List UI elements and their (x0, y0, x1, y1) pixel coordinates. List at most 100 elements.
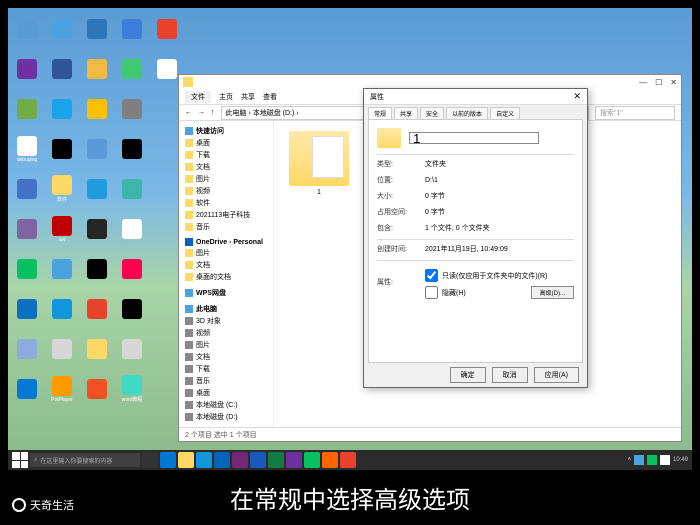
desktop-icon[interactable] (47, 132, 77, 166)
ribbon-tab-file[interactable]: 文件 (185, 91, 211, 103)
desktop-icon[interactable]: debuglog (12, 132, 42, 166)
sidebar-item[interactable]: 桌面的文档 (183, 271, 269, 283)
sidebar-item[interactable]: 文档 (183, 161, 269, 173)
desktop-icon[interactable] (12, 332, 42, 366)
sidebar-item[interactable]: 文档 (183, 259, 269, 271)
taskbar-app-icon[interactable] (196, 452, 212, 468)
taskbar-app-icon[interactable] (250, 452, 266, 468)
desktop-icon[interactable] (47, 12, 77, 46)
ok-button[interactable]: 确定 (450, 367, 486, 383)
dialog-tab[interactable]: 以前的版本 (446, 107, 488, 119)
minimize-button[interactable]: — (639, 78, 647, 87)
dialog-titlebar[interactable]: 属性 ✕ (364, 89, 587, 105)
desktop-icon[interactable] (117, 92, 147, 126)
sidebar-item[interactable]: 快速访问 (183, 125, 269, 137)
nav-up-icon[interactable]: ↑ (211, 109, 215, 116)
sidebar-item[interactable]: 视频 (183, 185, 269, 197)
sidebar-item[interactable]: 图片 (183, 173, 269, 185)
desktop-icon[interactable] (47, 252, 77, 286)
explorer-titlebar[interactable]: — ☐ ✕ (179, 75, 681, 89)
dialog-close-button[interactable]: ✕ (573, 91, 581, 102)
sidebar-item[interactable]: 3D 对象 (183, 315, 269, 327)
sidebar-item[interactable]: 桌面 (183, 387, 269, 399)
desktop-icon[interactable] (117, 252, 147, 286)
explorer-search-input[interactable]: 搜索"1" (595, 106, 675, 120)
tray-chevron-icon[interactable]: ˄ (627, 457, 631, 463)
nav-forward-icon[interactable]: → (198, 109, 205, 116)
desktop-icon[interactable] (12, 212, 42, 246)
desktop-icon[interactable]: word教程 (117, 372, 147, 406)
desktop-icon[interactable] (47, 52, 77, 86)
desktop-icon[interactable] (117, 332, 147, 366)
desktop-icon[interactable] (82, 372, 112, 406)
desktop-icon[interactable] (12, 252, 42, 286)
advanced-button[interactable]: 高级(D)... (531, 286, 574, 299)
tray-icon[interactable] (634, 455, 644, 465)
desktop-icon[interactable] (47, 332, 77, 366)
taskbar-app-icon[interactable] (160, 452, 176, 468)
desktop-icon[interactable] (117, 172, 147, 206)
dialog-tab[interactable]: 共享 (394, 107, 418, 119)
taskbar-app-icon[interactable] (304, 452, 320, 468)
desktop-icon[interactable] (47, 92, 77, 126)
desktop-icon[interactable]: PotPlayer (47, 372, 77, 406)
system-tray[interactable]: ˄ 10:49 (627, 455, 688, 465)
desktop-icon[interactable] (82, 52, 112, 86)
sidebar-item[interactable]: 文档 (183, 351, 269, 363)
apply-button[interactable]: 应用(A) (534, 367, 579, 383)
sidebar-item[interactable]: 音乐 (183, 375, 269, 387)
desktop-icon[interactable] (47, 292, 77, 326)
maximize-button[interactable]: ☐ (655, 78, 662, 87)
ribbon-tab-view[interactable]: 查看 (263, 92, 277, 102)
desktop-icon[interactable] (82, 12, 112, 46)
folder-item[interactable]: 1 (284, 131, 354, 211)
desktop-icon[interactable] (117, 292, 147, 326)
desktop-icon[interactable] (117, 12, 147, 46)
desktop-icon[interactable] (12, 12, 42, 46)
ribbon-tab-home[interactable]: 主页 (219, 92, 233, 102)
desktop-icon[interactable] (82, 92, 112, 126)
desktop-icon[interactable]: wit (47, 212, 77, 246)
desktop-icon[interactable] (117, 132, 147, 166)
desktop-icon[interactable] (12, 52, 42, 86)
sidebar-item[interactable]: 音乐 (183, 221, 269, 233)
taskbar-app-icon[interactable] (340, 452, 356, 468)
readonly-checkbox[interactable] (425, 269, 438, 282)
ribbon-tab-share[interactable]: 共享 (241, 92, 255, 102)
taskbar-app-icon[interactable] (214, 452, 230, 468)
taskbar-app-icon[interactable] (322, 452, 338, 468)
taskbar-app-icon[interactable] (232, 452, 248, 468)
desktop-icon[interactable] (82, 252, 112, 286)
desktop-icon[interactable] (12, 372, 42, 406)
desktop-icon[interactable] (12, 172, 42, 206)
dialog-tab[interactable]: 常规 (368, 107, 392, 119)
hidden-checkbox[interactable] (425, 286, 438, 299)
desktop-icon[interactable] (117, 212, 147, 246)
desktop-icon[interactable] (82, 292, 112, 326)
sidebar-item[interactable]: 下载 (183, 149, 269, 161)
close-button[interactable]: ✕ (670, 78, 677, 87)
folder-name-input[interactable] (409, 132, 539, 144)
sidebar-item[interactable]: 下载 (183, 363, 269, 375)
sidebar-item[interactable]: 此电脑 (183, 303, 269, 315)
sidebar-item[interactable]: 2021113电子科技 (183, 209, 269, 221)
tray-icon[interactable] (660, 455, 670, 465)
desktop-icon[interactable] (82, 212, 112, 246)
sidebar-item[interactable]: 本地磁盘 (D:) (183, 411, 269, 423)
desktop-icon[interactable] (82, 172, 112, 206)
taskbar-app-icon[interactable] (268, 452, 284, 468)
start-button[interactable] (12, 452, 28, 468)
taskbar-search[interactable]: ⌕ 在这里输入你要搜索的内容 (30, 453, 140, 467)
sidebar-item[interactable]: 本地磁盘 (C:) (183, 399, 269, 411)
taskbar-app-icon[interactable] (178, 452, 194, 468)
desktop-icon[interactable] (82, 332, 112, 366)
taskbar-app-icon[interactable] (142, 452, 158, 468)
desktop-icon[interactable] (12, 292, 42, 326)
sidebar-item[interactable]: WPS网盘 (183, 287, 269, 299)
sidebar-item[interactable]: 视频 (183, 327, 269, 339)
sidebar-item[interactable]: 软件 (183, 197, 269, 209)
cancel-button[interactable]: 取消 (492, 367, 528, 383)
desktop-icon[interactable] (152, 12, 182, 46)
taskbar-app-icon[interactable] (286, 452, 302, 468)
desktop-icon[interactable] (82, 132, 112, 166)
